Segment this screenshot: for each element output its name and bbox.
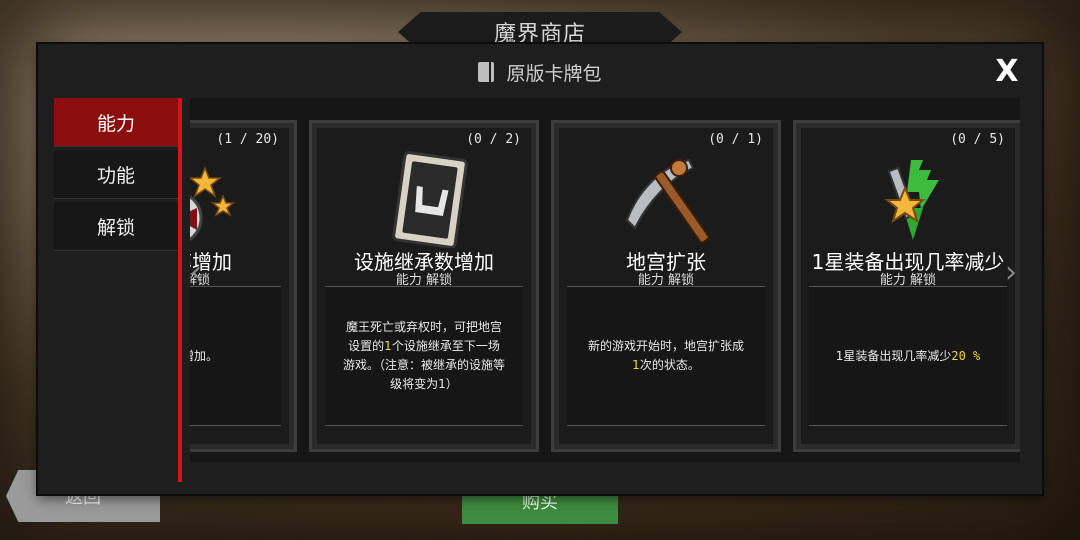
scroll-left-arrow-icon[interactable]: ‹ [190, 255, 202, 290]
close-button[interactable]: X [992, 53, 1022, 89]
card-count: (0 / 1) [708, 132, 763, 147]
desc-part: 新的游戏开始时，地宫扩张成 [587, 339, 744, 353]
card-row: (1 / 20) 现几率增加 能力 解锁 现几率增加。 (0 / 2) [190, 120, 1020, 452]
card-count: (1 / 20) [216, 132, 279, 147]
card-description: 新的游戏开始时，地宫扩张成 1次的状态。 [567, 286, 765, 426]
panel-title: 原版卡牌包 [506, 62, 602, 85]
tab-label: 能力 [96, 112, 135, 135]
facility-card-icon [392, 151, 468, 248]
desc-value: 1 [384, 339, 392, 353]
desc-value: 20 % [951, 348, 981, 363]
scroll-right-arrow-icon[interactable]: › [1005, 255, 1017, 290]
card-count: (0 / 2) [466, 132, 521, 147]
star-sword-down-icon [884, 160, 939, 240]
card-desc-text: 新的游戏开始时，地宫扩张成 1次的状态。 [585, 337, 747, 375]
tab-function[interactable]: 功能 [54, 150, 178, 199]
tab-unlock[interactable]: 解锁 [54, 202, 178, 251]
desc-part: 1星装备出现几率减少 [835, 348, 952, 363]
card-item[interactable]: (1 / 20) 现几率增加 能力 解锁 现几率增加。 [190, 120, 297, 452]
card-desc-text: 魔王死亡或弃权时，可把地宫设置的1个设施继承至下一场游戏。（注意：被继承的设施等… [343, 318, 505, 394]
card-item[interactable]: (0 / 2) 设施继承数增加 能力 解锁 魔王死亡或弃权时，可把地宫设置的1个… [309, 120, 539, 452]
card-desc-text: 1星装备出现几率减少20 % [836, 347, 981, 366]
desc-part: 次的状态。 [639, 358, 700, 372]
desc-value: 1 [632, 358, 640, 372]
category-sidebar: 能力 功能 解锁 [54, 98, 178, 481]
card-description: 1星装备出现几率减少20 % [809, 286, 1007, 426]
card-body: (1 / 20) 现几率增加 能力 解锁 现几率增加。 [190, 128, 289, 444]
card-item[interactable]: (0 / 5) 1星装备出现几率减少 能力 解锁 1星装备出现几率减少20 % [793, 120, 1020, 452]
tab-label: 功能 [96, 164, 135, 187]
pickaxe-icon [625, 158, 710, 244]
card-item[interactable]: (0 / 1) 地宫扩张 能力 解锁 新的游戏开始时，地宫扩张成1次的状态。 [551, 120, 781, 452]
sidebar-divider [178, 98, 182, 482]
card-pack-icon [478, 62, 495, 82]
panel-header: 原版卡牌包 [38, 44, 1042, 100]
star-equipment-icon [190, 165, 235, 242]
card-description: 魔王死亡或弃权时，可把地宫设置的1个设施继承至下一场游戏。（注意：被继承的设施等… [325, 286, 523, 426]
tab-ability[interactable]: 能力 [54, 98, 178, 147]
card-body: (0 / 5) 1星装备出现几率减少 能力 解锁 1星装备出现几率减少20 % [801, 128, 1015, 444]
card-body: (0 / 1) 地宫扩张 能力 解锁 新的游戏开始时，地宫扩张成1次的状态。 [559, 128, 773, 444]
card-body: (0 / 2) 设施继承数增加 能力 解锁 魔王死亡或弃权时，可把地宫设置的1个… [317, 128, 531, 444]
close-icon: X [995, 53, 1019, 89]
card-description: 现几率增加。 [190, 286, 281, 426]
tab-label: 解锁 [96, 216, 135, 239]
card-desc-text: 现几率增加。 [190, 348, 218, 363]
card-list[interactable]: (1 / 20) 现几率增加 能力 解锁 现几率增加。 (0 / 2) [190, 98, 1020, 462]
card-count: (0 / 5) [950, 132, 1005, 147]
